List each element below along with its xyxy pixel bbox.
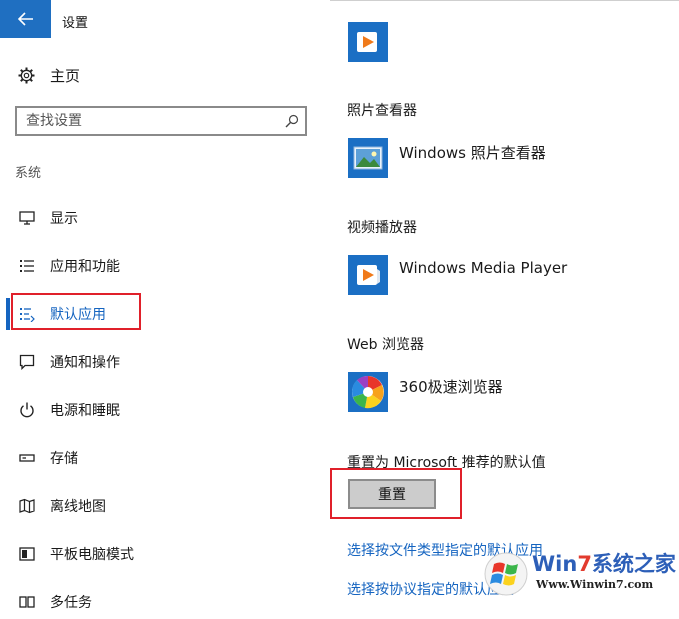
notification-icon: [19, 354, 35, 370]
title-bar: 设置: [0, 0, 330, 38]
home-label: 主页: [50, 66, 81, 85]
photo-viewer-app-button[interactable]: Windows 照片查看器: [348, 138, 546, 180]
settings-sidebar: 设置 主页 系统 显示: [0, 0, 330, 611]
sidebar-item-label: 多任务: [50, 595, 92, 611]
watermark-url: Www.Winwin7.com: [536, 578, 654, 591]
sidebar-item-multitasking[interactable]: 多任务: [0, 585, 330, 619]
back-arrow-icon: [17, 12, 33, 26]
browser-360-icon: [348, 372, 388, 412]
search-icon[interactable]: [285, 114, 299, 128]
power-icon: [20, 402, 34, 418]
back-button[interactable]: [0, 0, 51, 38]
media-player-icon: [348, 255, 388, 295]
video-player-app-button[interactable]: Windows Media Player: [348, 255, 567, 297]
annotation-highlight-box: [11, 293, 141, 330]
multitask-icon: [19, 596, 35, 608]
storage-icon: [19, 454, 35, 462]
photo-viewer-icon: [348, 138, 388, 178]
web-browser-app-button[interactable]: 360极速浏览器: [348, 372, 503, 414]
gear-icon: [18, 67, 35, 83]
tablet-icon: [19, 547, 35, 561]
sidebar-item-label: 离线地图: [50, 499, 106, 515]
web-browser-app-name: 360极速浏览器: [399, 378, 503, 396]
sidebar-item-display[interactable]: 显示: [0, 201, 330, 235]
watermark-brand-seven: 7: [577, 552, 592, 576]
default-apps-content: 照片查看器 Windows 照片查看器 视频播放器 Windows Media …: [330, 0, 679, 598]
monitor-icon: [19, 211, 35, 225]
sidebar-item-offline-maps[interactable]: 离线地图: [0, 489, 330, 523]
web-browser-heading: Web 浏览器: [347, 337, 424, 353]
video-player-app-name: Windows Media Player: [399, 259, 568, 277]
sidebar-item-label: 通知和操作: [50, 355, 120, 371]
photo-viewer-app-name: Windows 照片查看器: [399, 144, 546, 162]
sidebar-item-label: 显示: [50, 211, 78, 227]
search-box[interactable]: [15, 106, 307, 136]
sidebar-item-label: 应用和功能: [50, 259, 120, 275]
sidebar-item-label: 平板电脑模式: [50, 547, 134, 563]
watermark-brand-suffix: 系统之家: [591, 552, 676, 576]
video-player-heading: 视频播放器: [347, 220, 417, 236]
map-icon: [19, 498, 35, 514]
windows-logo-icon: [484, 552, 528, 596]
sidebar-item-storage[interactable]: 存储: [0, 441, 330, 475]
photo-viewer-heading: 照片查看器: [347, 103, 417, 119]
sidebar-item-label: 存储: [50, 451, 78, 467]
apps-list-icon: [20, 260, 34, 272]
search-input[interactable]: [26, 111, 266, 131]
app-row-partial[interactable]: [348, 22, 388, 64]
media-player-icon: [348, 22, 388, 62]
section-header-system: 系统: [15, 166, 42, 181]
sidebar-item-tablet-mode[interactable]: 平板电脑模式: [0, 537, 330, 571]
watermark-brand-prefix: Win: [532, 552, 578, 576]
annotation-highlight-box: [330, 468, 462, 519]
sidebar-item-notifications[interactable]: 通知和操作: [0, 345, 330, 379]
watermark-brand: Win7系统之家: [532, 548, 676, 578]
home-link[interactable]: 主页: [18, 64, 80, 86]
watermark: Win7系统之家 Www.Winwin7.com: [484, 546, 679, 598]
window-title: 设置: [62, 16, 89, 31]
sidebar-item-power-sleep[interactable]: 电源和睡眠: [0, 393, 330, 427]
sidebar-item-apps-features[interactable]: 应用和功能: [0, 249, 330, 283]
sidebar-item-label: 电源和睡眠: [50, 403, 120, 419]
